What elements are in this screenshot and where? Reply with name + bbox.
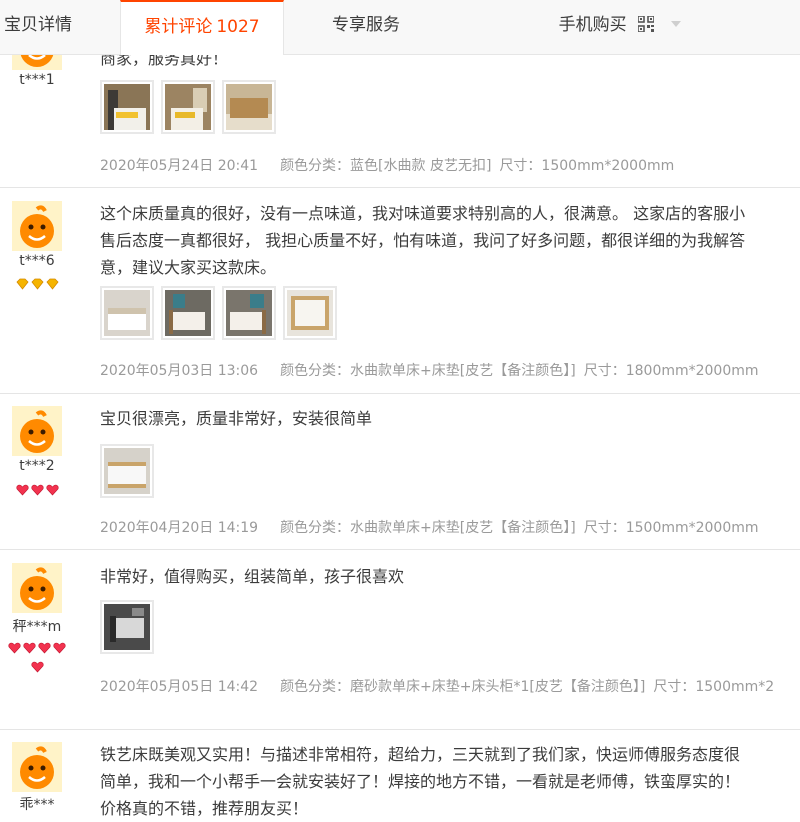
- review-sku: 颜色分类：蓝色[水曲款 皮艺无扣]: [280, 158, 492, 174]
- avatar[interactable]: [12, 563, 62, 613]
- review-count: 1027: [216, 17, 260, 37]
- review-meta: 2020年05月24日 20:41 颜色分类：蓝色[水曲款 皮艺无扣] 尺寸：150…: [100, 155, 674, 175]
- review-meta: 2020年05月05日 14:42 颜色分类：磨砂款单床+床垫+床头柜*1[皮艺【…: [100, 676, 774, 696]
- red-heart-icon: [38, 642, 51, 654]
- avatar[interactable]: [12, 406, 62, 456]
- red-heart-icon: [15, 484, 29, 496]
- tab-reviews[interactable]: 累计评论 1027: [120, 0, 284, 55]
- avatar[interactable]: [12, 742, 62, 792]
- red-heart-icon: [23, 642, 36, 654]
- review-photo-thumbnail[interactable]: [161, 286, 215, 340]
- tab-mobile-purchase[interactable]: 手机购买: [520, 0, 720, 54]
- review-size: 尺寸：1800mm*2000mm: [583, 363, 759, 379]
- tab-details[interactable]: 宝贝详情: [0, 0, 76, 54]
- review-sku: 颜色分类：磨砂款单床+床垫+床头柜*1[皮艺【备注颜色】]: [280, 679, 646, 695]
- tab-service[interactable]: 专享服务: [284, 0, 448, 54]
- red-heart-icon: [30, 484, 44, 496]
- review-date: 2020年04月20日 14:19: [100, 520, 259, 536]
- qr-code-icon: [638, 16, 654, 32]
- gold-diamond-icon: [30, 278, 44, 290]
- review-photo-thumbnail[interactable]: [283, 286, 337, 340]
- review-username[interactable]: t***1: [0, 72, 74, 88]
- review-divider: [0, 729, 800, 730]
- review-divider: [0, 187, 800, 188]
- avatar-mascot-icon: [12, 201, 62, 251]
- red-heart-icon: [45, 484, 59, 496]
- review-username[interactable]: 秤***m: [0, 616, 74, 636]
- review-photo-thumbnail[interactable]: [222, 286, 276, 340]
- review-photos: [100, 80, 283, 142]
- avatar-mascot-icon: [12, 406, 62, 456]
- red-heart-icon: [8, 642, 21, 654]
- tab-mobile-label: 手机购买: [558, 15, 627, 35]
- avatar-mascot-icon: [12, 742, 62, 792]
- gold-diamond-icon: [15, 278, 29, 290]
- review-text: 宝贝很漂亮，质量非常好，安装很简单: [100, 409, 373, 428]
- review-username[interactable]: 乖***: [0, 794, 74, 814]
- review-username[interactable]: t***2: [0, 458, 74, 474]
- avatar[interactable]: [12, 201, 62, 251]
- avatar-mascot-icon: [12, 563, 62, 613]
- review-date: 2020年05月03日 13:06: [100, 363, 259, 379]
- detail-tab-bar: 宝贝详情 累计评论 1027 专享服务 手机购买: [0, 0, 800, 55]
- red-heart-icon: [53, 642, 66, 654]
- review-text: 铁艺床既美观又实用！与描述非常相符，超给力，三天就到了我们家，快运师傅服务态度很…: [100, 745, 741, 818]
- tab-service-label: 专享服务: [332, 15, 400, 35]
- review-size: 尺寸：1500mm*2: [653, 679, 775, 695]
- review-meta: 2020年04月20日 14:19 颜色分类：水曲款单床+床垫[皮艺【备注颜色】]…: [100, 517, 759, 537]
- review-photo-thumbnail[interactable]: [100, 286, 154, 340]
- review-photo-thumbnail[interactable]: [161, 80, 215, 134]
- tab-details-label: 宝贝详情: [4, 15, 72, 35]
- review-date: 2020年05月24日 20:41: [100, 158, 259, 174]
- review-date: 2020年05月05日 14:42: [100, 679, 259, 695]
- review-photos: [100, 286, 344, 348]
- review-size: 尺寸：1500mm*2000mm: [499, 158, 675, 174]
- review-divider: [0, 549, 800, 550]
- user-level-badges: [0, 642, 74, 673]
- review-divider: [0, 393, 800, 394]
- review-photos: [100, 600, 161, 662]
- review-size: 尺寸：1500mm*2000mm: [583, 520, 759, 536]
- user-level-badges: [0, 278, 74, 292]
- review-text: 非常好，值得购买，组装简单，孩子很喜欢: [100, 567, 405, 586]
- user-level-badges: [0, 484, 74, 498]
- review-username[interactable]: t***6: [0, 253, 74, 269]
- review-sku: 颜色分类：水曲款单床+床垫[皮艺【备注颜色】]: [280, 520, 576, 536]
- review-photo-thumbnail[interactable]: [100, 600, 154, 654]
- review-photo-thumbnail[interactable]: [100, 444, 154, 498]
- tab-reviews-label: 累计评论: [144, 17, 213, 37]
- review-text: 这个床质量真的很好，没有一点味道，我对味道要求特别高的人，很满意。 这家店的客服…: [100, 204, 746, 277]
- review-photo-thumbnail[interactable]: [100, 80, 154, 134]
- chevron-down-icon[interactable]: [671, 21, 682, 27]
- red-heart-icon: [30, 661, 44, 673]
- review-sku: 颜色分类：水曲款单床+床垫[皮艺【备注颜色】]: [280, 363, 576, 379]
- review-photo-thumbnail[interactable]: [222, 80, 276, 134]
- review-meta: 2020年05月03日 13:06 颜色分类：水曲款单床+床垫[皮艺【备注颜色】]…: [100, 360, 759, 380]
- review-photos: [100, 444, 161, 506]
- gold-diamond-icon: [45, 278, 59, 290]
